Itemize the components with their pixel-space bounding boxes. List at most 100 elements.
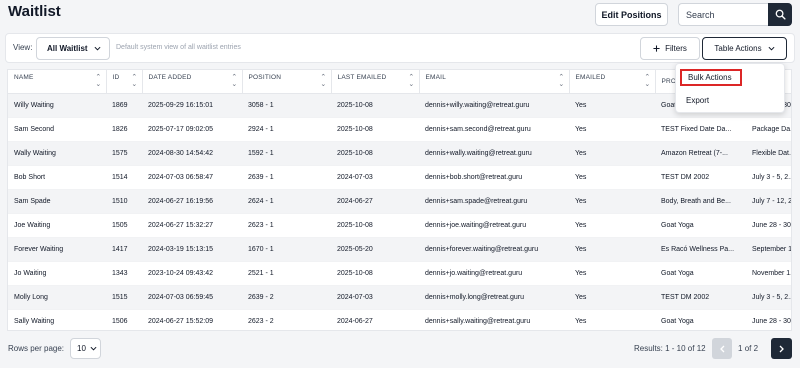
cell-program: Goat Yoga (655, 309, 746, 330)
column-header-position[interactable]: POSITION ⌃ ⌄ (242, 70, 332, 94)
cell-position: 2639 - 1 (242, 165, 331, 190)
cell-name: Willy Waiting (8, 93, 106, 118)
cell-date-added: 2024-06-27 16:19:56 (142, 189, 242, 214)
cell-dates: Package Da... (746, 117, 791, 142)
cell-last-emailed: 2024-06-27 (331, 309, 419, 330)
column-header-email[interactable]: EMAIL ⌃ ⌄ (419, 70, 570, 94)
chevron-down-icon (90, 346, 97, 351)
cell-position: 2521 - 1 (242, 261, 331, 286)
table-actions-button[interactable]: Table Actions (702, 37, 787, 60)
cell-email: dennis+forever.waiting@retreat.guru (419, 237, 569, 262)
cell-last-emailed: 2025-10-08 (331, 93, 419, 118)
cell-date-added: 2025-07-17 09:02:05 (142, 117, 242, 142)
edit-positions-button[interactable]: Edit Positions (595, 3, 668, 26)
cell-name: Jo Waiting (8, 261, 106, 286)
cell-date-added: 2024-07-03 06:58:47 (142, 165, 242, 190)
table-row[interactable]: Forever Waiting 1417 2024-03-19 15:13:15 16… (8, 237, 791, 262)
sort-icon: ⌃ ⌄ (558, 74, 565, 89)
cell-email: dennis+willy.waiting@retreat.guru (419, 93, 569, 118)
cell-position: 2639 - 2 (242, 285, 331, 310)
cell-dates: June 28 - 30 (746, 309, 791, 330)
column-header-date-added[interactable]: DATE ADDED ⌃ ⌄ (142, 70, 243, 94)
cell-emailed: Yes (569, 261, 655, 286)
cell-date-added: 2024-03-19 15:13:15 (142, 237, 242, 262)
cell-program: TEST DM 2002 (655, 165, 746, 190)
rows-per-page-value: 10 (77, 344, 86, 353)
cell-last-emailed: 2024-07-03 (331, 285, 419, 310)
page-title: Waitlist (8, 3, 61, 20)
cell-dates: November 1... (746, 261, 791, 286)
cell-dates: July 3 - 5, 2... (746, 285, 791, 310)
cell-program: Amazon Retreat (7-... (655, 141, 746, 166)
cell-date-added: 2024-06-27 15:32:27 (142, 213, 242, 238)
sort-icon: ⌃ ⌄ (320, 74, 327, 89)
total-pages: 2 (753, 344, 759, 353)
cell-email: dennis+sam.spade@retreat.guru (419, 189, 569, 214)
column-header-name[interactable]: NAME ⌃ ⌄ (8, 70, 107, 94)
cell-program: TEST Fixed Date Da... (655, 117, 746, 142)
table-row[interactable]: Sam Second 1826 2025-07-17 09:02:05 2924 - … (8, 117, 791, 142)
sort-icon: ⌃ ⌄ (231, 74, 238, 89)
cell-position: 2624 - 1 (242, 189, 331, 214)
column-header-id[interactable]: ID ⌃ ⌄ (106, 70, 143, 94)
table-row[interactable]: Molly Long 1515 2024-07-03 06:59:45 2639 - … (8, 285, 791, 310)
view-label: View: (13, 43, 33, 52)
table-row[interactable]: Bob Short 1514 2024-07-03 06:58:47 2639 - 1… (8, 165, 791, 190)
search-icon (775, 9, 786, 20)
view-description: Default system view of all waitlist entr… (116, 44, 241, 51)
cell-position: 3058 - 1 (242, 93, 331, 118)
cell-last-emailed: 2025-10-08 (331, 141, 419, 166)
page-indicator: 1 of 2 (738, 344, 758, 353)
table-row[interactable]: Jo Waiting 1343 2023-10-24 09:43:42 2521 - … (8, 261, 791, 286)
filters-button[interactable]: Filters (640, 37, 700, 60)
menu-item-export[interactable]: Export (680, 92, 742, 109)
cell-last-emailed: 2024-07-03 (331, 165, 419, 190)
cell-name: Sam Spade (8, 189, 106, 214)
cell-id: 1514 (106, 165, 142, 190)
cell-position: 1670 - 1 (242, 237, 331, 262)
table-row[interactable]: Sally Waiting 1506 2024-06-27 15:52:09 2623… (8, 309, 791, 330)
cell-id: 1575 (106, 141, 142, 166)
table-row[interactable]: Wally Waiting 1575 2024-08-30 14:54:42 1592… (8, 141, 791, 166)
cell-date-added: 2025-09-29 16:15:01 (142, 93, 242, 118)
cell-position: 1592 - 1 (242, 141, 331, 166)
table-row[interactable]: Joe Waiting 1505 2024-06-27 15:32:27 2623 -… (8, 213, 791, 238)
cell-name: Sally Waiting (8, 309, 106, 330)
cell-last-emailed: 2025-10-08 (331, 117, 419, 142)
cell-email: dennis+molly.long@retreat.guru (419, 285, 569, 310)
table-actions-label: Table Actions (714, 44, 762, 53)
cell-position: 2924 - 1 (242, 117, 331, 142)
table-row[interactable]: Sam Spade 1510 2024-06-27 16:19:56 2624 - 1… (8, 189, 791, 214)
view-toolbar: View: All Waitlist Default system view o… (5, 33, 795, 63)
cell-last-emailed: 2024-06-27 (331, 189, 419, 214)
cell-emailed: Yes (569, 237, 655, 262)
cell-date-added: 2024-08-30 14:54:42 (142, 141, 242, 166)
cell-name: Sam Second (8, 117, 106, 142)
cell-id: 1515 (106, 285, 142, 310)
cell-name: Bob Short (8, 165, 106, 190)
cell-program: Goat Yoga (655, 213, 746, 238)
rows-per-page-label: Rows per page: (8, 344, 65, 353)
search-button[interactable] (768, 3, 792, 26)
cell-name: Forever Waiting (8, 237, 106, 262)
view-select[interactable]: All Waitlist (36, 37, 110, 60)
menu-item-bulk-actions[interactable]: Bulk Actions (680, 69, 742, 86)
cell-email: dennis+sam.second@retreat.guru (419, 117, 569, 142)
column-header-emailed[interactable]: EMAILED ⌃ ⌄ (569, 70, 656, 94)
cell-name: Joe Waiting (8, 213, 106, 238)
chevron-down-icon (94, 46, 101, 51)
cell-program: TEST DM 2002 (655, 285, 746, 310)
cell-emailed: Yes (569, 93, 655, 118)
rows-per-page-select[interactable]: 10 (70, 338, 101, 359)
column-header-last-emailed[interactable]: LAST EMAILED ⌃ ⌄ (331, 70, 420, 94)
cell-dates: June 28 - 30 (746, 213, 791, 238)
table-actions-menu: Bulk Actions Export (675, 63, 785, 113)
search-input[interactable] (678, 3, 768, 26)
current-page: 1 (738, 344, 743, 353)
next-page-button[interactable] (771, 338, 792, 359)
cell-position: 2623 - 1 (242, 213, 331, 238)
previous-page-button[interactable] (712, 338, 732, 359)
cell-emailed: Yes (569, 213, 655, 238)
cell-program: Goat Yoga (655, 261, 746, 286)
cell-name: Molly Long (8, 285, 106, 310)
